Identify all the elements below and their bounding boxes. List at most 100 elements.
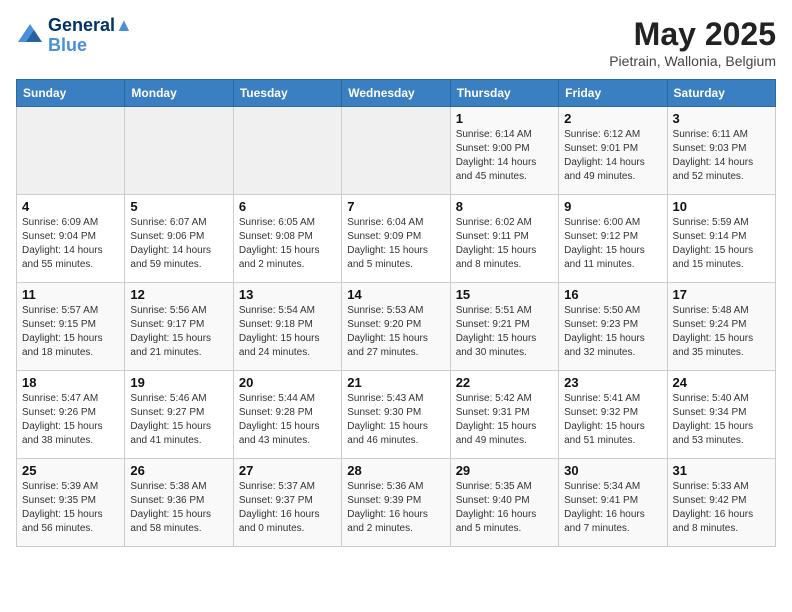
week-row-3: 11 Sunrise: 5:57 AMSunset: 9:15 PMDayligh… bbox=[17, 283, 776, 371]
day-info: Sunrise: 5:57 AMSunset: 9:15 PMDaylight:… bbox=[22, 304, 119, 360]
day-number: 11 bbox=[22, 287, 119, 302]
day-number: 16 bbox=[564, 287, 661, 302]
calendar-cell: 25 Sunrise: 5:39 AMSunset: 9:35 PMDayligh… bbox=[17, 459, 125, 547]
calendar-cell: 7Sunrise: 6:04 AMSunset: 9:09 PMDaylight… bbox=[342, 195, 450, 283]
day-info: Sunrise: 5:34 AMSunset: 9:41 PMDaylight:… bbox=[564, 480, 661, 536]
day-number: 22 bbox=[456, 375, 553, 390]
calendar-cell: 14 Sunrise: 5:53 AMSunset: 9:20 PMDayligh… bbox=[342, 283, 450, 371]
calendar-cell: 3Sunrise: 6:11 AMSunset: 9:03 PMDaylight… bbox=[667, 107, 775, 195]
day-info: Sunrise: 5:43 AMSunset: 9:30 PMDaylight:… bbox=[347, 392, 444, 448]
day-info: Sunrise: 6:00 AMSunset: 9:12 PMDaylight:… bbox=[564, 216, 661, 272]
day-info: Sunrise: 5:53 AMSunset: 9:20 PMDaylight:… bbox=[347, 304, 444, 360]
month-title: May 2025 bbox=[609, 16, 776, 53]
calendar-cell: 16 Sunrise: 5:50 AMSunset: 9:23 PMDayligh… bbox=[559, 283, 667, 371]
day-info: Sunrise: 5:37 AMSunset: 9:37 PMDaylight:… bbox=[239, 480, 336, 536]
calendar-cell: 29 Sunrise: 5:35 AMSunset: 9:40 PMDayligh… bbox=[450, 459, 558, 547]
col-header-thursday: Thursday bbox=[450, 80, 558, 107]
day-info: Sunrise: 5:33 AMSunset: 9:42 PMDaylight:… bbox=[673, 480, 770, 536]
day-number: 30 bbox=[564, 463, 661, 478]
day-number: 24 bbox=[673, 375, 770, 390]
day-number: 1 bbox=[456, 111, 553, 126]
col-header-friday: Friday bbox=[559, 80, 667, 107]
calendar-cell: 28 Sunrise: 5:36 AMSunset: 9:39 PMDayligh… bbox=[342, 459, 450, 547]
week-row-2: 4 Sunrise: 6:09 AMSunset: 9:04 PMDaylight… bbox=[17, 195, 776, 283]
calendar-cell: 27 Sunrise: 5:37 AMSunset: 9:37 PMDayligh… bbox=[233, 459, 341, 547]
day-info: Sunrise: 6:04 AMSunset: 9:09 PMDaylight:… bbox=[347, 216, 444, 272]
day-info: Sunrise: 6:02 AMSunset: 9:11 PMDaylight:… bbox=[456, 216, 553, 272]
day-number: 27 bbox=[239, 463, 336, 478]
day-info: Sunrise: 5:46 AMSunset: 9:27 PMDaylight:… bbox=[130, 392, 227, 448]
day-number: 23 bbox=[564, 375, 661, 390]
calendar-cell: 30 Sunrise: 5:34 AMSunset: 9:41 PMDayligh… bbox=[559, 459, 667, 547]
calendar-cell: 15Sunrise: 5:51 AMSunset: 9:21 PMDayligh… bbox=[450, 283, 558, 371]
day-number: 31 bbox=[673, 463, 770, 478]
calendar-cell: 19 Sunrise: 5:46 AMSunset: 9:27 PMDayligh… bbox=[125, 371, 233, 459]
calendar-cell: 6Sunrise: 6:05 AMSunset: 9:08 PMDaylight… bbox=[233, 195, 341, 283]
week-row-5: 25 Sunrise: 5:39 AMSunset: 9:35 PMDayligh… bbox=[17, 459, 776, 547]
day-number: 15 bbox=[456, 287, 553, 302]
day-info: Sunrise: 5:39 AMSunset: 9:35 PMDaylight:… bbox=[22, 480, 119, 536]
calendar-cell: 12Sunrise: 5:56 AMSunset: 9:17 PMDayligh… bbox=[125, 283, 233, 371]
day-number: 5 bbox=[130, 199, 227, 214]
calendar-cell bbox=[17, 107, 125, 195]
calendar-cell: 24 Sunrise: 5:40 AMSunset: 9:34 PMDayligh… bbox=[667, 371, 775, 459]
calendar-cell: 22 Sunrise: 5:42 AMSunset: 9:31 PMDayligh… bbox=[450, 371, 558, 459]
day-number: 4 bbox=[22, 199, 119, 214]
day-info: Sunrise: 5:59 AMSunset: 9:14 PMDaylight:… bbox=[673, 216, 770, 272]
day-info: Sunrise: 5:40 AMSunset: 9:34 PMDaylight:… bbox=[673, 392, 770, 448]
col-header-tuesday: Tuesday bbox=[233, 80, 341, 107]
calendar-cell: 1 Sunrise: 6:14 AMSunset: 9:00 PMDaylight… bbox=[450, 107, 558, 195]
calendar-cell: 2Sunrise: 6:12 AMSunset: 9:01 PMDaylight… bbox=[559, 107, 667, 195]
calendar-cell: 26 Sunrise: 5:38 AMSunset: 9:36 PMDayligh… bbox=[125, 459, 233, 547]
day-number: 3 bbox=[673, 111, 770, 126]
calendar-cell: 10 Sunrise: 5:59 AMSunset: 9:14 PMDayligh… bbox=[667, 195, 775, 283]
calendar-cell: 13 Sunrise: 5:54 AMSunset: 9:18 PMDayligh… bbox=[233, 283, 341, 371]
day-number: 6 bbox=[239, 199, 336, 214]
col-header-monday: Monday bbox=[125, 80, 233, 107]
day-info: Sunrise: 5:42 AMSunset: 9:31 PMDaylight:… bbox=[456, 392, 553, 448]
day-info: Sunrise: 6:12 AMSunset: 9:01 PMDaylight:… bbox=[564, 128, 661, 184]
week-row-1: 1 Sunrise: 6:14 AMSunset: 9:00 PMDaylight… bbox=[17, 107, 776, 195]
col-header-saturday: Saturday bbox=[667, 80, 775, 107]
day-number: 29 bbox=[456, 463, 553, 478]
calendar-cell bbox=[125, 107, 233, 195]
calendar-cell bbox=[233, 107, 341, 195]
day-number: 26 bbox=[130, 463, 227, 478]
calendar-cell: 5 Sunrise: 6:07 AMSunset: 9:06 PMDaylight… bbox=[125, 195, 233, 283]
day-number: 10 bbox=[673, 199, 770, 214]
day-info: Sunrise: 5:48 AMSunset: 9:24 PMDaylight:… bbox=[673, 304, 770, 360]
day-info: Sunrise: 5:50 AMSunset: 9:23 PMDaylight:… bbox=[564, 304, 661, 360]
day-info: Sunrise: 5:38 AMSunset: 9:36 PMDaylight:… bbox=[130, 480, 227, 536]
logo-icon bbox=[16, 22, 44, 50]
subtitle: Pietrain, Wallonia, Belgium bbox=[609, 53, 776, 69]
calendar-cell: 8 Sunrise: 6:02 AMSunset: 9:11 PMDaylight… bbox=[450, 195, 558, 283]
day-number: 9 bbox=[564, 199, 661, 214]
day-number: 21 bbox=[347, 375, 444, 390]
day-number: 13 bbox=[239, 287, 336, 302]
day-info: Sunrise: 5:36 AMSunset: 9:39 PMDaylight:… bbox=[347, 480, 444, 536]
calendar-cell: 4 Sunrise: 6:09 AMSunset: 9:04 PMDaylight… bbox=[17, 195, 125, 283]
col-header-sunday: Sunday bbox=[17, 80, 125, 107]
calendar-cell bbox=[342, 107, 450, 195]
day-number: 19 bbox=[130, 375, 227, 390]
calendar-cell: 21 Sunrise: 5:43 AMSunset: 9:30 PMDayligh… bbox=[342, 371, 450, 459]
logo-text: General▲ Blue bbox=[48, 16, 133, 56]
day-info: Sunrise: 5:54 AMSunset: 9:18 PMDaylight:… bbox=[239, 304, 336, 360]
day-info: Sunrise: 6:14 AMSunset: 9:00 PMDaylight:… bbox=[456, 128, 553, 184]
day-number: 8 bbox=[456, 199, 553, 214]
week-row-4: 18Sunrise: 5:47 AMSunset: 9:26 PMDayligh… bbox=[17, 371, 776, 459]
day-info: Sunrise: 5:35 AMSunset: 9:40 PMDaylight:… bbox=[456, 480, 553, 536]
calendar-cell: 11 Sunrise: 5:57 AMSunset: 9:15 PMDayligh… bbox=[17, 283, 125, 371]
day-number: 25 bbox=[22, 463, 119, 478]
calendar-cell: 20Sunrise: 5:44 AMSunset: 9:28 PMDayligh… bbox=[233, 371, 341, 459]
calendar-cell: 31 Sunrise: 5:33 AMSunset: 9:42 PMDayligh… bbox=[667, 459, 775, 547]
day-info: Sunrise: 5:41 AMSunset: 9:32 PMDaylight:… bbox=[564, 392, 661, 448]
day-number: 14 bbox=[347, 287, 444, 302]
day-info: Sunrise: 6:09 AMSunset: 9:04 PMDaylight:… bbox=[22, 216, 119, 272]
calendar-cell: 18Sunrise: 5:47 AMSunset: 9:26 PMDayligh… bbox=[17, 371, 125, 459]
calendar-cell: 17Sunrise: 5:48 AMSunset: 9:24 PMDayligh… bbox=[667, 283, 775, 371]
day-info: Sunrise: 6:07 AMSunset: 9:06 PMDaylight:… bbox=[130, 216, 227, 272]
day-number: 28 bbox=[347, 463, 444, 478]
logo: General▲ Blue bbox=[16, 16, 133, 56]
page-header: General▲ Blue May 2025 Pietrain, Walloni… bbox=[16, 16, 776, 69]
